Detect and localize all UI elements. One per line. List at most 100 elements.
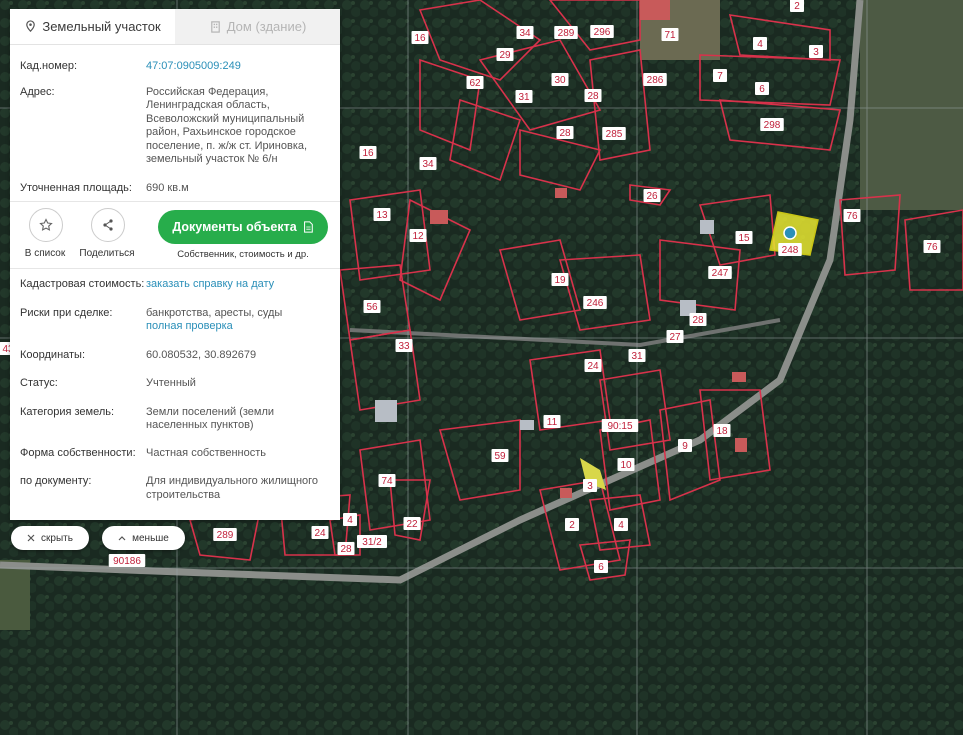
tab-bar: Земельный участок Дом (здание) bbox=[10, 9, 340, 45]
svg-text:33: 33 bbox=[398, 341, 410, 352]
parcel-number-label: 28 bbox=[584, 89, 602, 102]
favorite-label: В список bbox=[24, 248, 66, 259]
parcel-number-label: 34 bbox=[419, 157, 437, 170]
svg-text:2: 2 bbox=[569, 520, 575, 531]
cost-link[interactable]: заказать справку на дату bbox=[146, 278, 330, 292]
parcel-number-label: 9 bbox=[678, 439, 692, 452]
svg-text:31/2: 31/2 bbox=[362, 537, 382, 548]
svg-text:10: 10 bbox=[620, 460, 632, 471]
tab-land-plot[interactable]: Земельный участок bbox=[10, 9, 175, 44]
area-value: 690 кв.м bbox=[146, 181, 189, 194]
parcel-number-label: 6 bbox=[594, 560, 608, 573]
parcel-number-label: 16 bbox=[411, 31, 429, 44]
chevron-up-icon bbox=[118, 536, 126, 541]
risks-label: Риски при сделке: bbox=[20, 306, 113, 319]
document-icon bbox=[303, 221, 313, 233]
parcel-number-label: 298 bbox=[760, 118, 784, 131]
address-value: Российская Федерация, Ленинградская обла… bbox=[146, 85, 308, 166]
risks-row: Риски при сделке: банкротства, аресты, с… bbox=[10, 307, 340, 334]
doc-use-row: по документу: Для индивидуального жилищн… bbox=[10, 475, 340, 502]
tab-building[interactable]: Дом (здание) bbox=[175, 9, 340, 44]
less-label: меньше bbox=[132, 532, 169, 544]
svg-text:31: 31 bbox=[518, 92, 530, 103]
cad-number-value[interactable]: 47:07:0905009:249 bbox=[146, 60, 330, 74]
svg-text:3: 3 bbox=[587, 481, 593, 492]
parcel-number-label: 285 bbox=[602, 127, 626, 140]
parcel-number-label: 90:15 bbox=[601, 419, 639, 432]
parcel-number-label: 28 bbox=[337, 542, 355, 555]
hide-button[interactable]: скрыть bbox=[11, 526, 89, 550]
svg-text:13: 13 bbox=[376, 210, 388, 221]
svg-text:3: 3 bbox=[813, 47, 819, 58]
parcel-number-label: 26 bbox=[643, 189, 661, 202]
risks-value: банкротства, аресты, суды bbox=[146, 306, 283, 319]
parcel-number-label: 3 bbox=[809, 45, 823, 58]
parcel-number-label: 4 bbox=[753, 37, 767, 50]
documents-subtitle: Собственник, стоимость и др. bbox=[177, 249, 309, 260]
parcel-number-label: 16 bbox=[359, 146, 377, 159]
parcel-number-label: 56 bbox=[363, 300, 381, 313]
map-pin-icon bbox=[26, 20, 36, 32]
parcel-number-label: 24 bbox=[584, 359, 602, 372]
parcel-number-label: 4 bbox=[343, 513, 357, 526]
svg-text:6: 6 bbox=[759, 84, 765, 95]
documents-button[interactable]: Документы объекта bbox=[158, 210, 328, 244]
parcel-number-label: 74 bbox=[378, 474, 396, 487]
svg-text:27: 27 bbox=[669, 332, 681, 343]
category-row: Категория земель: Земли поселений (земли… bbox=[10, 406, 340, 433]
svg-text:289: 289 bbox=[558, 28, 575, 39]
favorite-button[interactable] bbox=[29, 208, 63, 242]
parcel-number-label: 19 bbox=[551, 273, 569, 286]
documents-button-label: Документы объекта bbox=[172, 220, 297, 234]
svg-text:248: 248 bbox=[782, 245, 799, 256]
svg-text:24: 24 bbox=[587, 361, 599, 372]
cad-number-label: Кад.номер: bbox=[20, 60, 78, 72]
category-value: Земли поселений (земли населенных пункто… bbox=[146, 405, 275, 432]
svg-text:31: 31 bbox=[631, 351, 643, 362]
parcel-number-label: 28 bbox=[689, 313, 707, 326]
tab-label: Земельный участок bbox=[42, 19, 161, 34]
svg-text:26: 26 bbox=[646, 191, 658, 202]
svg-text:4: 4 bbox=[757, 39, 763, 50]
svg-text:18: 18 bbox=[716, 426, 728, 437]
parcel-number-label: 2 bbox=[565, 518, 579, 531]
cost-label: Кадастровая стоимость: bbox=[20, 278, 145, 290]
parcel-number-label: 15 bbox=[735, 231, 753, 244]
svg-text:7: 7 bbox=[717, 71, 723, 82]
less-button[interactable]: меньше bbox=[102, 526, 185, 550]
svg-text:298: 298 bbox=[764, 120, 781, 131]
svg-text:22: 22 bbox=[406, 519, 418, 530]
share-label: Поделиться bbox=[79, 248, 135, 259]
parcel-number-label: 62 bbox=[466, 76, 484, 89]
cost-row: Кадастровая стоимость: заказать справку … bbox=[10, 278, 340, 292]
svg-text:76: 76 bbox=[846, 211, 858, 222]
parcel-number-label: 12 bbox=[409, 229, 427, 242]
svg-text:90186: 90186 bbox=[113, 556, 141, 567]
parcel-number-label: 30 bbox=[551, 73, 569, 86]
parcel-number-label: 71 bbox=[661, 28, 679, 41]
svg-text:28: 28 bbox=[559, 128, 571, 139]
parcel-number-label: 24 bbox=[311, 526, 329, 539]
svg-text:16: 16 bbox=[414, 33, 426, 44]
parcel-number-label: 7 bbox=[713, 69, 727, 82]
svg-text:4: 4 bbox=[347, 515, 353, 526]
svg-text:28: 28 bbox=[587, 91, 599, 102]
svg-text:34: 34 bbox=[422, 159, 434, 170]
full-check-link[interactable]: полная проверка bbox=[146, 320, 330, 334]
ownership-row: Форма собственности: Частная собственнос… bbox=[10, 447, 340, 461]
parcel-number-label: 13 bbox=[373, 208, 391, 221]
svg-text:29: 29 bbox=[499, 50, 511, 61]
svg-text:16: 16 bbox=[362, 148, 374, 159]
coords-label: Координаты: bbox=[20, 348, 86, 361]
field-area bbox=[0, 560, 30, 630]
area-label: Уточненная площадь: bbox=[20, 181, 132, 194]
parcel-number-label: 34 bbox=[516, 26, 534, 39]
svg-text:296: 296 bbox=[594, 27, 611, 38]
svg-text:285: 285 bbox=[606, 129, 623, 140]
parcel-number-label: 247 bbox=[708, 266, 732, 279]
parcel-number-label: 90186 bbox=[108, 554, 146, 567]
location-marker-icon[interactable] bbox=[783, 226, 797, 240]
svg-text:246: 246 bbox=[587, 298, 604, 309]
share-button[interactable] bbox=[91, 208, 125, 242]
svg-text:90:15: 90:15 bbox=[607, 421, 632, 432]
